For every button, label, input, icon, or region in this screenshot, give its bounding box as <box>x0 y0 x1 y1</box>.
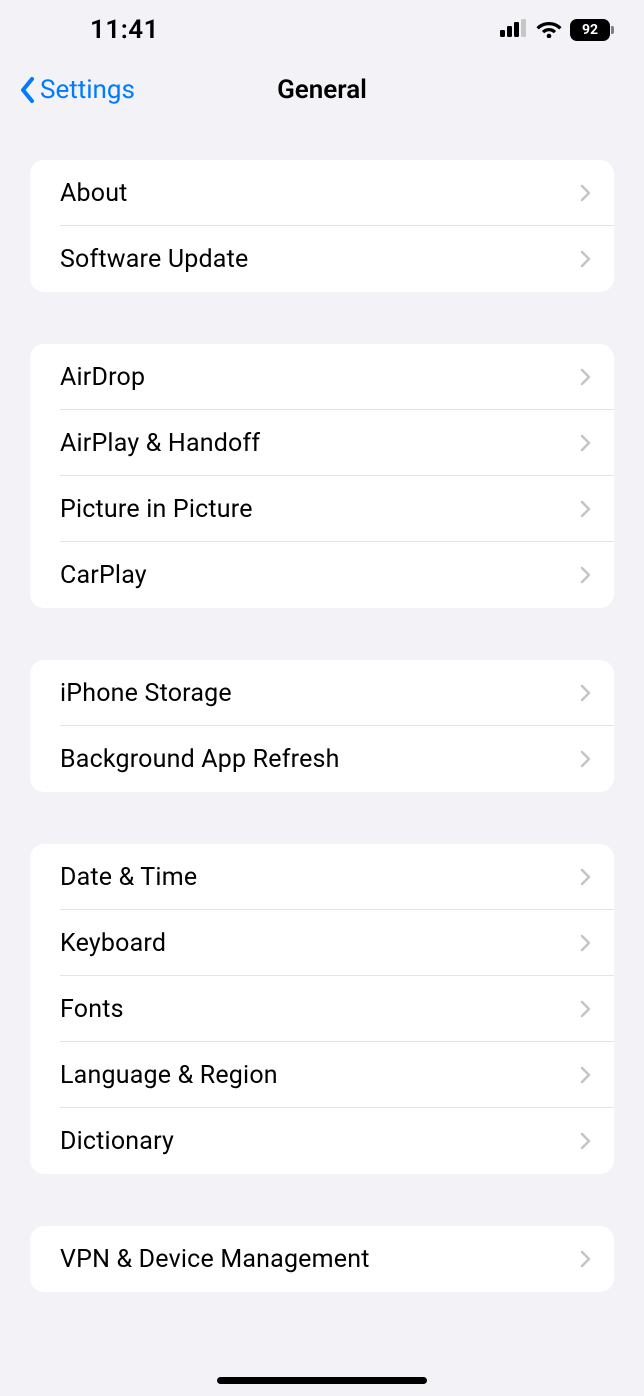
row-label: iPhone Storage <box>60 679 232 708</box>
settings-group: VPN & Device Management <box>30 1226 614 1292</box>
chevron-right-icon <box>580 499 592 519</box>
chevron-right-icon <box>580 1065 592 1085</box>
row-airplay-handoff[interactable]: AirPlay & Handoff <box>30 410 614 476</box>
row-iphone-storage[interactable]: iPhone Storage <box>30 660 614 726</box>
settings-group: About Software Update <box>30 160 614 292</box>
row-label: Background App Refresh <box>60 745 340 774</box>
home-indicator[interactable] <box>217 1377 427 1384</box>
cellular-icon <box>500 19 528 41</box>
status-time: 11:41 <box>90 15 159 45</box>
chevron-right-icon <box>580 683 592 703</box>
status-bar: 11:41 92 <box>0 0 644 60</box>
row-label: Dictionary <box>60 1127 174 1156</box>
chevron-right-icon <box>580 749 592 769</box>
row-label: CarPlay <box>60 561 147 590</box>
row-about[interactable]: About <box>30 160 614 226</box>
chevron-right-icon <box>580 433 592 453</box>
chevron-right-icon <box>580 1131 592 1151</box>
row-label: About <box>60 179 128 208</box>
chevron-right-icon <box>580 1249 592 1269</box>
row-software-update[interactable]: Software Update <box>30 226 614 292</box>
row-label: Picture in Picture <box>60 495 253 524</box>
settings-group: Date & Time Keyboard Fonts Language & Regio… <box>30 844 614 1174</box>
row-language-region[interactable]: Language & Region <box>30 1042 614 1108</box>
row-background-app-refresh[interactable]: Background App Refresh <box>30 726 614 792</box>
chevron-right-icon <box>580 867 592 887</box>
wifi-icon <box>536 19 562 42</box>
chevron-right-icon <box>580 183 592 203</box>
chevron-right-icon <box>580 565 592 585</box>
chevron-right-icon <box>580 999 592 1019</box>
battery-level: 92 <box>570 19 610 41</box>
row-label: AirDrop <box>60 363 145 392</box>
row-label: Keyboard <box>60 929 166 958</box>
row-vpn-device-management[interactable]: VPN & Device Management <box>30 1226 614 1292</box>
row-airdrop[interactable]: AirDrop <box>30 344 614 410</box>
row-label: Language & Region <box>60 1061 278 1090</box>
settings-group: AirDrop AirPlay & Handoff Picture in Pictu… <box>30 344 614 608</box>
chevron-left-icon <box>18 75 38 105</box>
row-label: Date & Time <box>60 863 197 892</box>
row-fonts[interactable]: Fonts <box>30 976 614 1042</box>
back-label: Settings <box>40 75 135 105</box>
row-label: AirPlay & Handoff <box>60 429 260 458</box>
row-keyboard[interactable]: Keyboard <box>30 910 614 976</box>
battery-icon: 92 <box>570 19 614 41</box>
row-picture-in-picture[interactable]: Picture in Picture <box>30 476 614 542</box>
chevron-right-icon <box>580 249 592 269</box>
nav-bar: Settings General <box>0 60 644 120</box>
row-carplay[interactable]: CarPlay <box>30 542 614 608</box>
row-date-time[interactable]: Date & Time <box>30 844 614 910</box>
page-title: General <box>277 75 367 105</box>
back-button[interactable]: Settings <box>18 75 135 105</box>
status-indicators: 92 <box>500 19 614 42</box>
row-dictionary[interactable]: Dictionary <box>30 1108 614 1174</box>
settings-group: iPhone Storage Background App Refresh <box>30 660 614 792</box>
chevron-right-icon <box>580 933 592 953</box>
chevron-right-icon <box>580 367 592 387</box>
row-label: VPN & Device Management <box>60 1245 370 1274</box>
row-label: Fonts <box>60 995 124 1024</box>
row-label: Software Update <box>60 245 248 274</box>
settings-list: About Software Update AirDrop AirPlay & Han… <box>0 160 644 1292</box>
